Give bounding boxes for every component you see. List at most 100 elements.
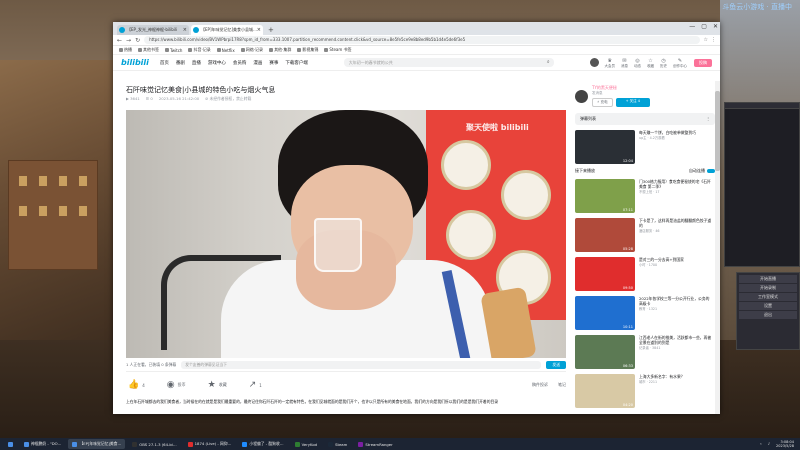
recommendation-thumbnail: 05:28 (575, 218, 635, 252)
close-window-icon[interactable]: ✕ (713, 23, 718, 30)
taskbar-item[interactable]: 神棍鹏奶 - "DO… (20, 439, 65, 449)
bookmark-item[interactable]: Netflix (216, 48, 235, 53)
reload-icon[interactable]: ↻ (135, 37, 140, 44)
page-scrollbar[interactable] (715, 81, 720, 414)
system-tray: ⌁ ♪ 3:08:04 2023/5/28 (760, 440, 800, 448)
minimize-icon[interactable]: — (689, 23, 695, 30)
messages-button[interactable]: ✉ 消息 (621, 58, 628, 68)
notes-link[interactable]: 笔记 (558, 382, 566, 388)
recommendation-title: 江西老人在街的推美，活跃都市一些，再被全景在道别的到是 (639, 335, 712, 345)
url-input[interactable]: https://www.bilibili.com/video/BV1WPbrpi… (144, 36, 700, 44)
bookmark-star-icon[interactable]: ☆ (704, 37, 708, 43)
recommendation-title: 门300格力服用）食吃食便秘烧的宅《石阡美食 第二季》 (639, 179, 711, 189)
share-button[interactable]: ↗ 1 (249, 380, 262, 390)
autoplay-toggle[interactable] (707, 169, 715, 173)
bookmark-item[interactable]: 抖音·记录 (188, 47, 211, 53)
bookmark-item[interactable]: Steam 书签 (324, 47, 352, 53)
recommendation-item[interactable]: 06:33 江西老人在街的推美，活跃都市一些，再被全景在道别的到是 记录者 · 3… (575, 335, 715, 369)
network-icon[interactable]: ⌁ (760, 442, 762, 446)
window-controls: — ▢ ✕ (689, 23, 718, 30)
nav-home[interactable]: 首页 (160, 60, 169, 66)
creator-center-button[interactable]: ✎ 创作中心 (673, 58, 687, 68)
dynamics-button[interactable]: ◎ 动态 (634, 58, 641, 68)
bilibili-logo[interactable]: bilibili (121, 58, 149, 67)
favorite-button[interactable]: ★ 收藏 (208, 380, 227, 390)
coin-button[interactable]: ◉ 投币 (167, 380, 186, 390)
back-icon[interactable]: ← (117, 37, 122, 44)
recommendation-thumbnail: 04:20 (575, 374, 635, 408)
taskbar-item[interactable]: 小程偏了 - 酷狗收… (238, 439, 287, 449)
taskbar-item[interactable]: Steam (324, 439, 351, 449)
obs-preview-window[interactable] (724, 102, 800, 267)
like-button[interactable]: 👍 4 (128, 380, 145, 390)
bookmark-item[interactable]: 其他书签 (138, 47, 159, 53)
report-link[interactable]: 稿件投诉 (532, 382, 548, 388)
address-bar-row: ← → ↻ https://www.bilibili.com/video/BV1… (113, 35, 720, 46)
taskbar-item[interactable]: OBS 27.1.3 (64-bi… (128, 439, 180, 449)
play-count: ▶ 3641 (126, 96, 140, 101)
recommendation-item[interactable]: 07:11 门300格力服用）食吃食便秘烧的宅《石阡美食 第二季》 不想上班 · … (575, 179, 715, 213)
obs-studio-mode-button[interactable]: 工作室模式 (739, 293, 797, 301)
nav-anime[interactable]: 番剧 (176, 60, 185, 66)
bookmark-item[interactable]: 热播 (119, 47, 132, 53)
obs-controls-panel: 开始直播 开始录制 工作室模式 设置 退出 (736, 272, 800, 350)
nav-shop[interactable]: 会员购 (233, 60, 247, 66)
search-icon[interactable]: ⌕ (547, 58, 550, 67)
new-tab-button[interactable]: + (265, 25, 277, 35)
nav-download[interactable]: 下载客户端 (285, 60, 308, 66)
maximize-icon[interactable]: ▢ (701, 23, 707, 30)
browser-menu-icon[interactable]: ⋮ (711, 37, 716, 43)
vip-button[interactable]: ♛ 大会员 (605, 58, 616, 68)
browser-tab-active[interactable]: 【EP]年味觉记忆]美食小县城… × (191, 25, 263, 35)
uploader-avatar[interactable] (575, 89, 588, 103)
charge-button[interactable]: ⚡ 充电 (592, 98, 613, 107)
recommendation-thumbnail: 07:11 (575, 179, 635, 213)
wallpaper-building (8, 160, 98, 270)
close-tab-icon[interactable]: × (257, 25, 261, 35)
taskbar-item-active[interactable]: 【EP]年味觉记忆]美食… (68, 439, 126, 449)
follow-button[interactable]: + 关注 4 (615, 98, 650, 107)
nav-live[interactable]: 直播 (192, 60, 201, 66)
taskbar-item[interactable]: 1874 (Live) - 网抑… (184, 439, 236, 449)
start-button[interactable] (4, 439, 17, 449)
bookmark-item[interactable]: Twitch (165, 48, 182, 53)
avatar[interactable] (589, 57, 599, 67)
recommendation-item[interactable]: 12:04 每天赚一个饼，白吃被单做整到巧 up主 · 4.2万观看 (575, 130, 715, 164)
favorites-button[interactable]: ☆ 收藏 (647, 58, 654, 68)
obs-start-record-button[interactable]: 开始录制 (739, 284, 797, 292)
upload-button[interactable]: 投稿 (694, 58, 712, 67)
browser-tab[interactable]: 【EP_发光_神棍神棍-bilibili × (117, 25, 189, 35)
scrollbar-thumb[interactable] (715, 91, 720, 171)
video-meta: ▶ 3641 ☰ 0 2023-05-16 21:42:00 ⊘ 未经作者授权，… (126, 96, 251, 102)
forward-icon[interactable]: → (126, 37, 131, 44)
desktop-overlay-text: 斗鱼云小游戏 · 直播中 (722, 3, 792, 11)
recommendation-item[interactable]: 09:50 是对三的一分去高+到国家 小时 · 1700 (575, 257, 715, 291)
clock[interactable]: 3:08:04 2023/5/28 (776, 440, 794, 448)
obs-start-stream-button[interactable]: 开始直播 (739, 275, 797, 283)
main-content: 石阡味觉记忆美食|小县城的特色小吃与烟火气息 ▶ 3641 ☰ 0 2023-0… (113, 81, 720, 414)
danmaku-input[interactable]: 发个友善的弹幕见证当下 (181, 361, 542, 369)
recommendation-title: 下卡是了，这样再是油盐的翻翻颜色饺子道的 (639, 218, 712, 228)
danmaku-list-toggle[interactable]: 弹幕列表 ⋮ (575, 113, 715, 125)
bookmark-item[interactable]: 影视集锦 (297, 47, 318, 53)
obs-titlebar[interactable] (725, 103, 799, 109)
nav-manga[interactable]: 漫画 (253, 60, 262, 66)
bookmark-item[interactable]: 网络·记录 (240, 47, 263, 53)
nav-games[interactable]: 游戏中心 (208, 60, 226, 66)
close-tab-icon[interactable]: × (183, 25, 187, 35)
bookmark-item[interactable]: 其他·集群 (269, 47, 291, 53)
taskbar-item[interactable]: VeryKod (291, 439, 321, 449)
obs-exit-button[interactable]: 退出 (739, 311, 797, 319)
search-input[interactable]: 大年初一的春节就的公共 ⌕ (343, 58, 554, 67)
obs-settings-button[interactable]: 设置 (739, 302, 797, 310)
recommendation-item[interactable]: 04:20 上海大多新名字：有水果？ 城市 · 2211 (575, 374, 715, 408)
nav-esports[interactable]: 赛事 (269, 60, 278, 66)
taskbar-item[interactable]: StreamRanger (354, 439, 396, 449)
recommendation-item[interactable]: 05:28 下卡是了，这样再是油盐的翻翻颜色饺子道的 酒店服务 · 46 (575, 218, 715, 252)
recommendation-item[interactable]: 10:11 2022年各学校三等一分公开行业，公务的高级卡 教育 · 1321 (575, 296, 715, 330)
volume-icon[interactable]: ♪ (768, 442, 770, 446)
history-button[interactable]: ◷ 历史 (660, 58, 667, 68)
danmaku-send-button[interactable]: 发送 (546, 361, 566, 369)
video-player[interactable]: 聚天使啦 bilibili (126, 110, 566, 358)
send-message-link[interactable]: 发消息 (592, 91, 650, 96)
